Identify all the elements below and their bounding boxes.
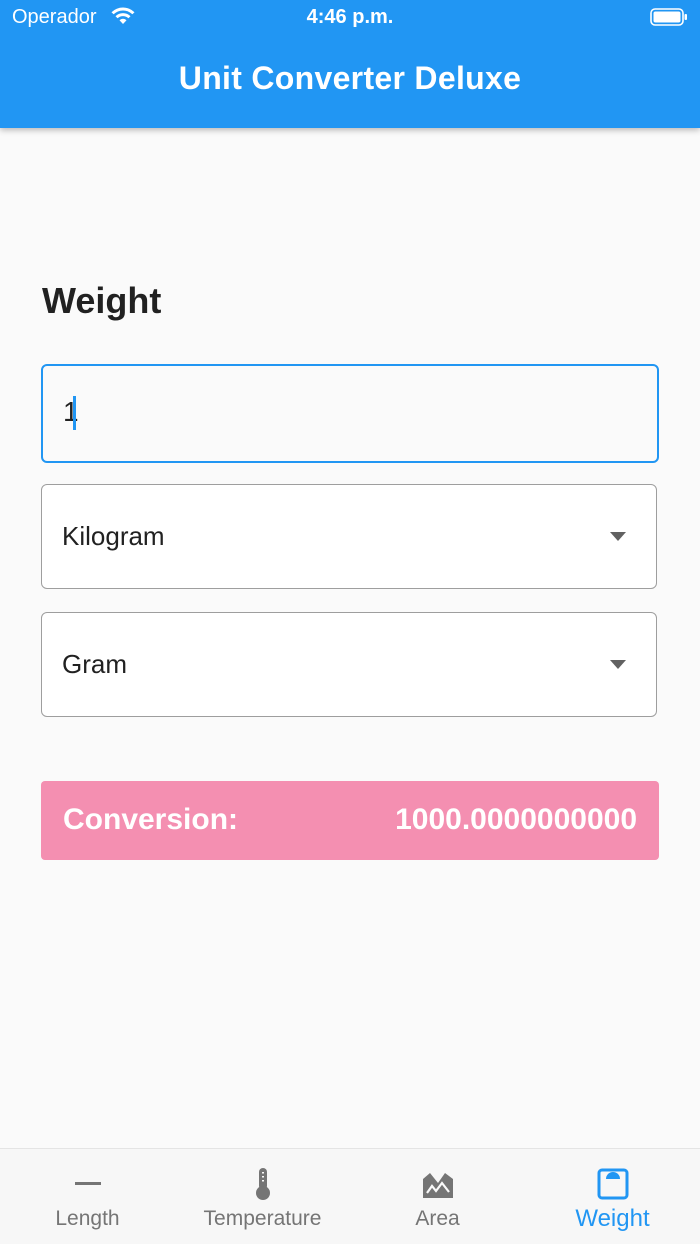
from-unit-dropdown[interactable]: Kilogram [41,484,657,589]
to-unit-label: Gram [62,649,127,679]
app-screen: Operador 4:46 p.m. Unit Converter Deluxe… [0,0,700,1244]
status-time: 4:46 p.m. [306,6,394,28]
nav-label-area: Area [415,1207,460,1230]
area-icon [422,1173,453,1198]
status-bar: Operador 4:46 p.m. [0,0,700,38]
nav-item-area[interactable]: Area [350,1149,525,1244]
chevron-down-icon [610,660,626,669]
page-title: Unit Converter Deluxe [178,60,522,96]
input-value-text: 1 [63,396,79,427]
battery-icon [650,8,687,26]
text-cursor [73,396,76,430]
value-input[interactable]: 1 [41,364,659,463]
nav-label-length: Length [55,1207,120,1230]
nav-item-temperature[interactable]: Temperature [175,1149,350,1244]
thermometer-icon [255,1168,270,1200]
length-icon [74,1182,101,1185]
conversion-label: Conversion: [63,803,239,836]
scale-icon [597,1168,628,1200]
nav-label-temperature: Temperature [203,1207,322,1230]
conversion-result: Conversion: 1000.0000000000 [41,781,659,860]
nav-item-length[interactable]: Length [0,1149,175,1244]
chevron-down-icon [610,532,626,541]
to-unit-dropdown[interactable]: Gram [41,612,657,717]
bottom-navigation: Length Temperature Area Weight [0,1148,700,1244]
nav-item-weight[interactable]: Weight [525,1149,700,1244]
nav-label-weight: Weight [575,1205,650,1232]
app-bar: Operador 4:46 p.m. Unit Converter Deluxe [0,0,700,128]
category-title: Weight [42,280,162,321]
from-unit-label: Kilogram [62,521,165,551]
conversion-value: 1000.0000000000 [395,803,637,836]
